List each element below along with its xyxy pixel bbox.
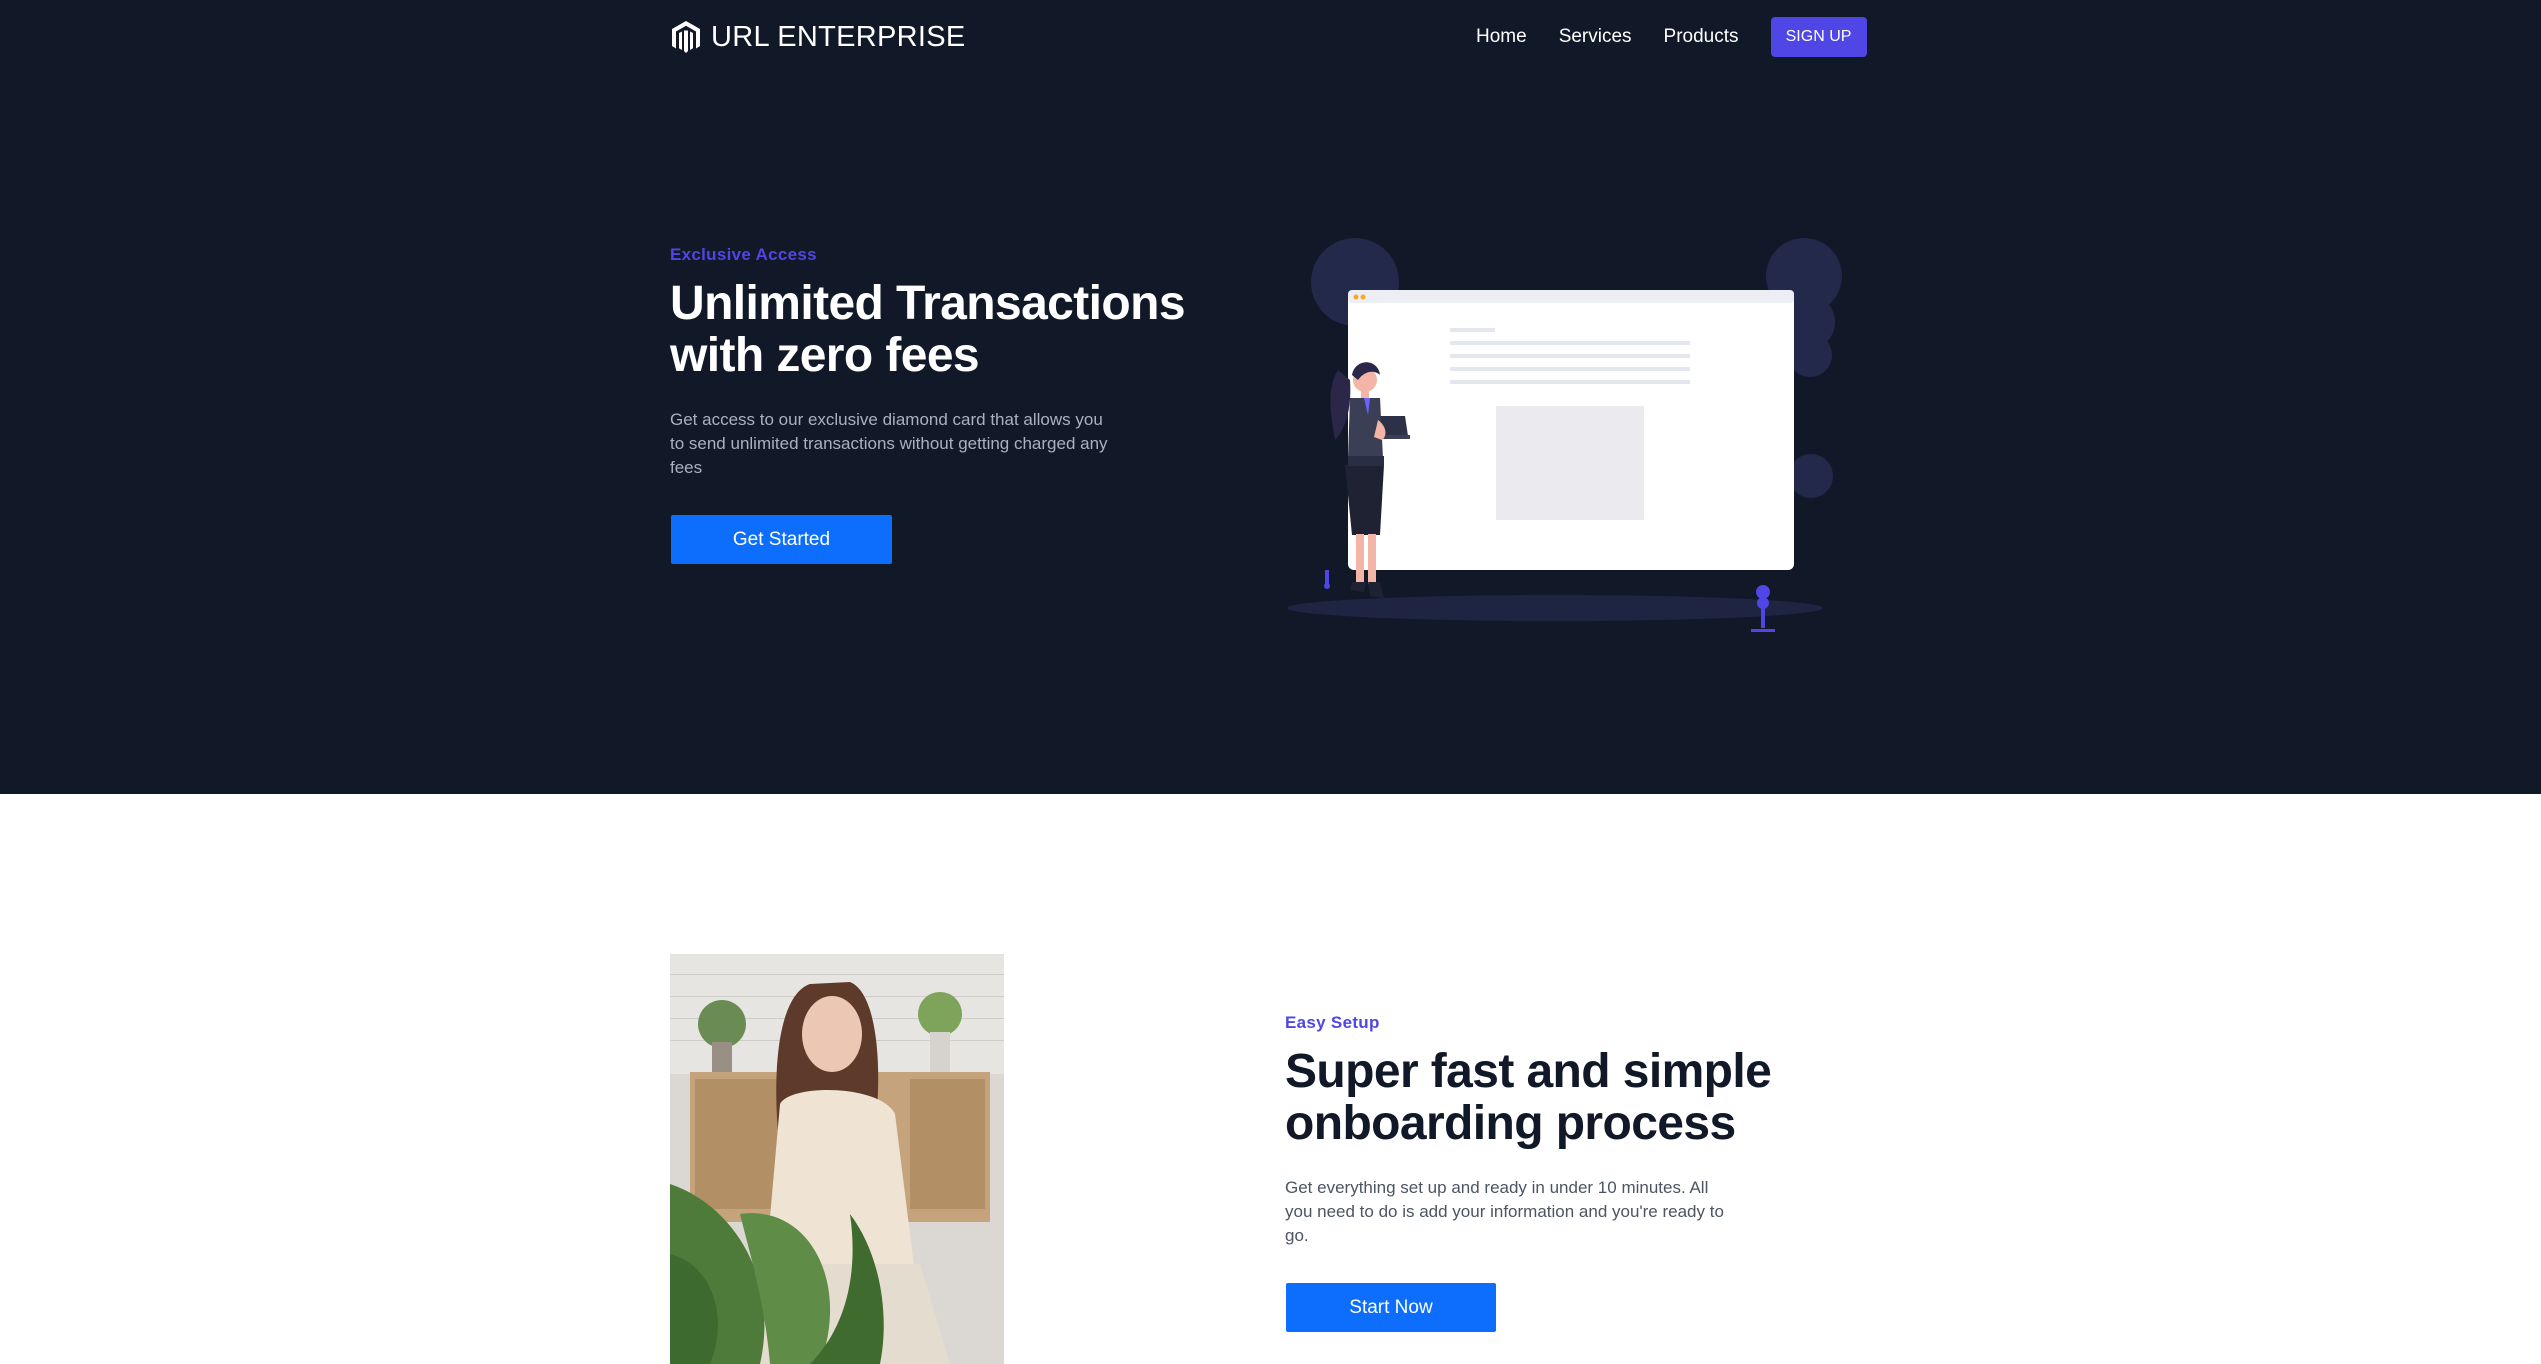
start-now-button[interactable]: Start Now (1286, 1283, 1496, 1332)
onboarding-title: Super fast and simple onboarding process (1285, 1045, 1772, 1150)
main-nav: Home Services Products SIGN UP (1476, 17, 1867, 57)
onboarding-title-line1: Super fast and simple (1285, 1045, 1772, 1098)
magento-logo-icon (672, 21, 700, 53)
hero-title-line2: with zero fees (670, 329, 980, 382)
hero-illustration (1287, 238, 1842, 632)
floor-shadow (1287, 595, 1823, 621)
hero-title-line1: Unlimited Transactions (670, 277, 1186, 330)
woman-photo (670, 954, 1004, 1364)
woman-photo-image (670, 954, 1004, 1364)
onboarding-description: Get everything set up and ready in under… (1285, 1178, 1724, 1245)
brand-logo[interactable]: URL ENTERPRISE (671, 18, 966, 56)
onboarding-eyebrow: Easy Setup (1285, 1013, 1380, 1032)
nav-link-home[interactable]: Home (1476, 26, 1527, 48)
hero-title: Unlimited Transactions with zero fees (670, 277, 1186, 382)
hero-section: URL ENTERPRISE Home Services Products SI… (0, 0, 2541, 794)
onboarding-title-line2: onboarding process (1285, 1097, 1736, 1150)
signup-button[interactable]: SIGN UP (1770, 17, 1867, 57)
nav-link-services[interactable]: Services (1559, 26, 1632, 48)
hero-description: Get access to our exclusive diamond card… (670, 410, 1108, 477)
nav-link-products[interactable]: Products (1664, 26, 1739, 48)
browser-window (1348, 290, 1794, 570)
get-started-button[interactable]: Get Started (671, 515, 892, 564)
brand-name: URL ENTERPRISE (711, 20, 966, 53)
hero-eyebrow: Exclusive Access (670, 245, 817, 264)
